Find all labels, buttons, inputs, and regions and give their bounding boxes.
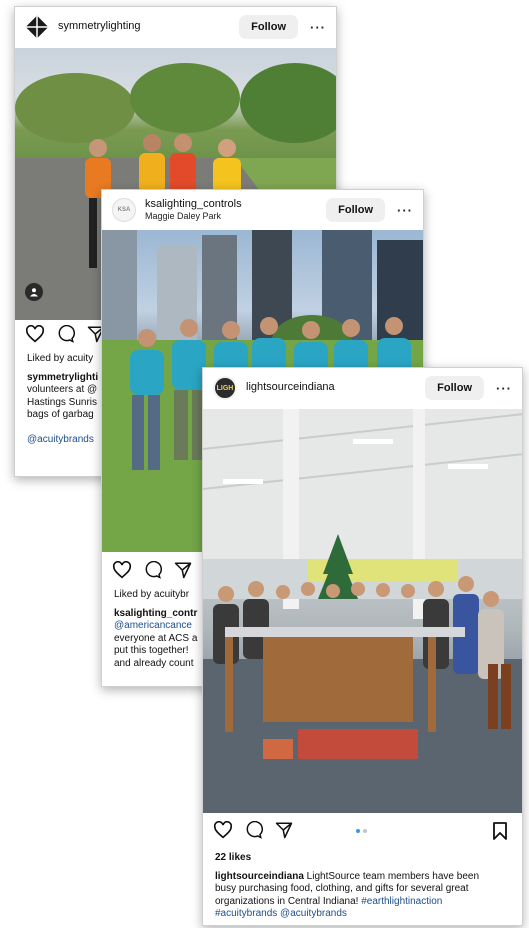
carousel-indicator: [356, 829, 370, 833]
food-drive-office-photo: [203, 409, 522, 813]
follow-button[interactable]: Follow: [425, 376, 484, 400]
caption-username[interactable]: lightsourceindiana: [215, 871, 304, 882]
post-handle[interactable]: symmetrylighting: [58, 20, 239, 33]
post-location[interactable]: Maggie Daley Park: [145, 211, 326, 222]
likes-count[interactable]: 22 likes: [215, 852, 510, 865]
symmetry-diamond-logo-icon: [25, 15, 49, 39]
post-actions: [213, 821, 305, 839]
more-options-button[interactable]: ···: [397, 203, 413, 218]
avatar[interactable]: LIGH: [213, 376, 237, 400]
caption-text: LightSource team members have been: [303, 870, 480, 882]
post-meta: 22 likes lightsourceindiana LightSource …: [215, 852, 510, 921]
follow-button[interactable]: Follow: [239, 15, 298, 39]
post-header: LIGH lightsourceindiana Follow ···: [203, 368, 522, 408]
post-meta: Liked by acuitybr ksalighting_contr @ame…: [114, 589, 209, 670]
caption-line: put this together!: [114, 645, 189, 656]
caption-line: and already count: [114, 657, 194, 669]
share-icon[interactable]: [275, 821, 293, 839]
comment-icon[interactable]: [144, 561, 162, 579]
more-options-button[interactable]: ···: [496, 381, 512, 396]
lightsource-logo-text: LIGH: [216, 384, 234, 392]
caption-line: busy purchasing food, clothing, and gift…: [215, 883, 469, 894]
caption-username[interactable]: ksalighting_contr: [114, 608, 197, 619]
comment-icon[interactable]: [245, 821, 263, 839]
caption-username[interactable]: symmetrylighti: [27, 372, 98, 383]
caption-mention-link[interactable]: @americancance: [114, 620, 209, 633]
caption-mention-link[interactable]: @acuitybrands: [280, 908, 347, 919]
comment-icon[interactable]: [57, 325, 75, 343]
ksa-logo-text: KSA: [117, 207, 131, 213]
hashtag-link[interactable]: #acuitybrands: [215, 908, 277, 919]
follow-button[interactable]: Follow: [326, 198, 385, 222]
post-header: KSA ksalighting_controls Maggie Daley Pa…: [102, 190, 423, 230]
more-options-button[interactable]: ···: [310, 20, 326, 35]
carousel-dot-active: [356, 829, 360, 833]
hashtag-link[interactable]: #earthlightinaction: [361, 896, 442, 907]
heart-icon[interactable]: [25, 325, 45, 343]
post-handle[interactable]: lightsourceindiana: [246, 381, 425, 394]
caption-line: everyone at ACS a: [114, 632, 198, 644]
post-card-lightsourceindiana: LIGH lightsourceindiana Follow ··· 22 li…: [202, 367, 523, 926]
heart-icon[interactable]: [112, 561, 132, 579]
avatar[interactable]: [25, 15, 49, 39]
bookmark-icon[interactable]: [492, 822, 508, 840]
post-header: symmetrylighting Follow ···: [15, 7, 336, 47]
liked-by-text: Liked by acuitybr: [114, 589, 190, 600]
post-actions: [112, 561, 204, 579]
post-handle[interactable]: ksalighting_controls: [145, 198, 326, 211]
avatar[interactable]: KSA: [112, 198, 136, 222]
post-photo[interactable]: [203, 409, 522, 813]
share-icon[interactable]: [174, 561, 192, 579]
heart-icon[interactable]: [213, 821, 233, 839]
user-tag-icon[interactable]: [25, 283, 43, 301]
caption-line: organizations in Central Indiana!: [215, 895, 362, 907]
carousel-dot: [363, 829, 367, 833]
